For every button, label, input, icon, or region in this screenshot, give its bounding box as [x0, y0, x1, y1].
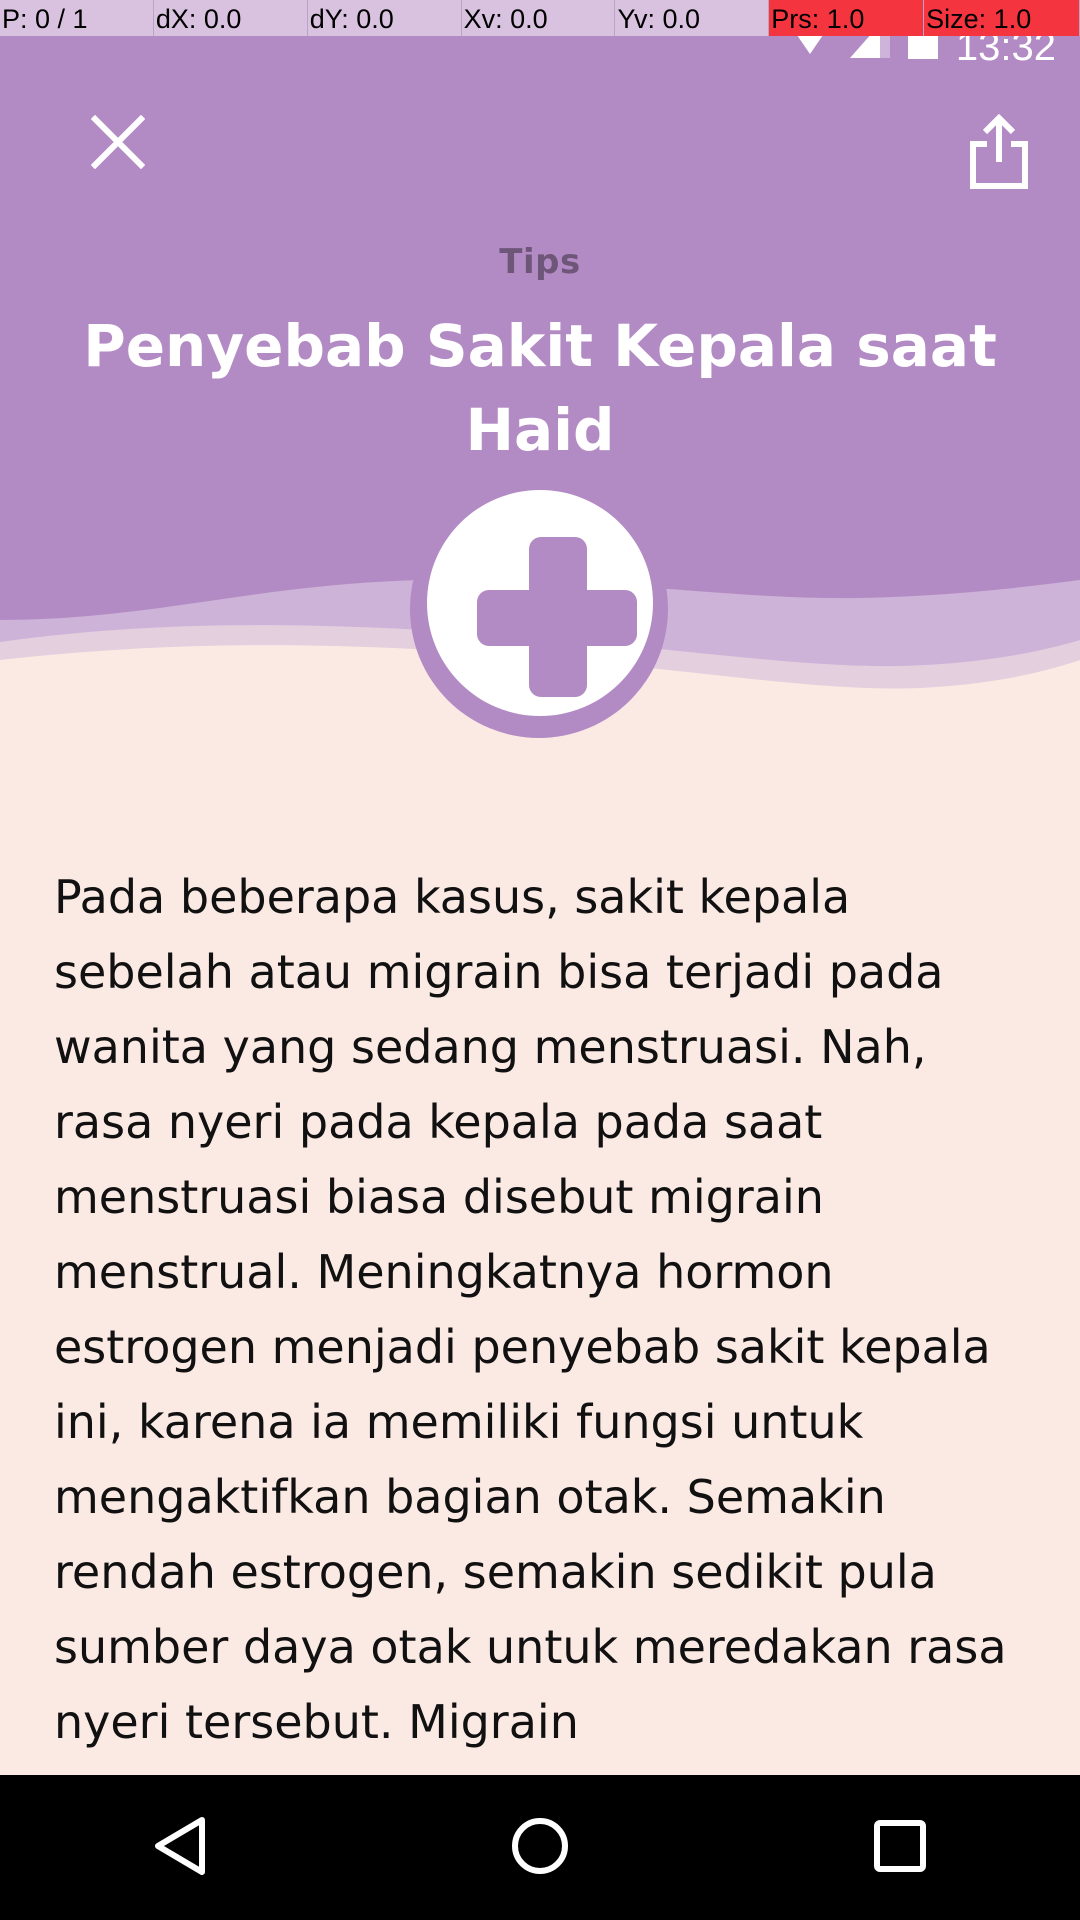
debug-dx: dX: 0.0 [153, 0, 308, 36]
debug-size: Size: 1.0 [924, 0, 1080, 36]
close-icon [90, 114, 146, 173]
home-button[interactable] [480, 1788, 600, 1908]
back-button[interactable] [120, 1788, 240, 1908]
debug-prs: Prs: 1.0 [769, 0, 925, 36]
close-button[interactable] [78, 104, 158, 184]
share-button[interactable] [954, 104, 1044, 204]
recents-icon [873, 1819, 927, 1877]
share-icon [969, 113, 1029, 194]
home-icon [510, 1816, 570, 1880]
medical-cross-icon [427, 490, 653, 716]
pointer-debug-bar: P: 0 / 1 dX: 0.0 dY: 0.0 Xv: 0.0 Yv: 0.0… [0, 0, 1080, 36]
article-title: Penyebab Sakit Kepala saat Haid [83, 312, 997, 464]
recents-button[interactable] [840, 1788, 960, 1908]
tips-badge [410, 480, 668, 738]
debug-yv: Yv: 0.0 [615, 0, 770, 36]
debug-dy: dY: 0.0 [307, 0, 462, 36]
navigation-bar [0, 1775, 1080, 1920]
article-body: Pada beberapa kasus, sakit kepala sebela… [54, 870, 1007, 1749]
debug-pointer: P: 0 / 1 [0, 0, 154, 36]
debug-xv: Xv: 0.0 [461, 0, 616, 36]
article-category: Tips [499, 242, 581, 282]
back-icon [152, 1816, 208, 1880]
